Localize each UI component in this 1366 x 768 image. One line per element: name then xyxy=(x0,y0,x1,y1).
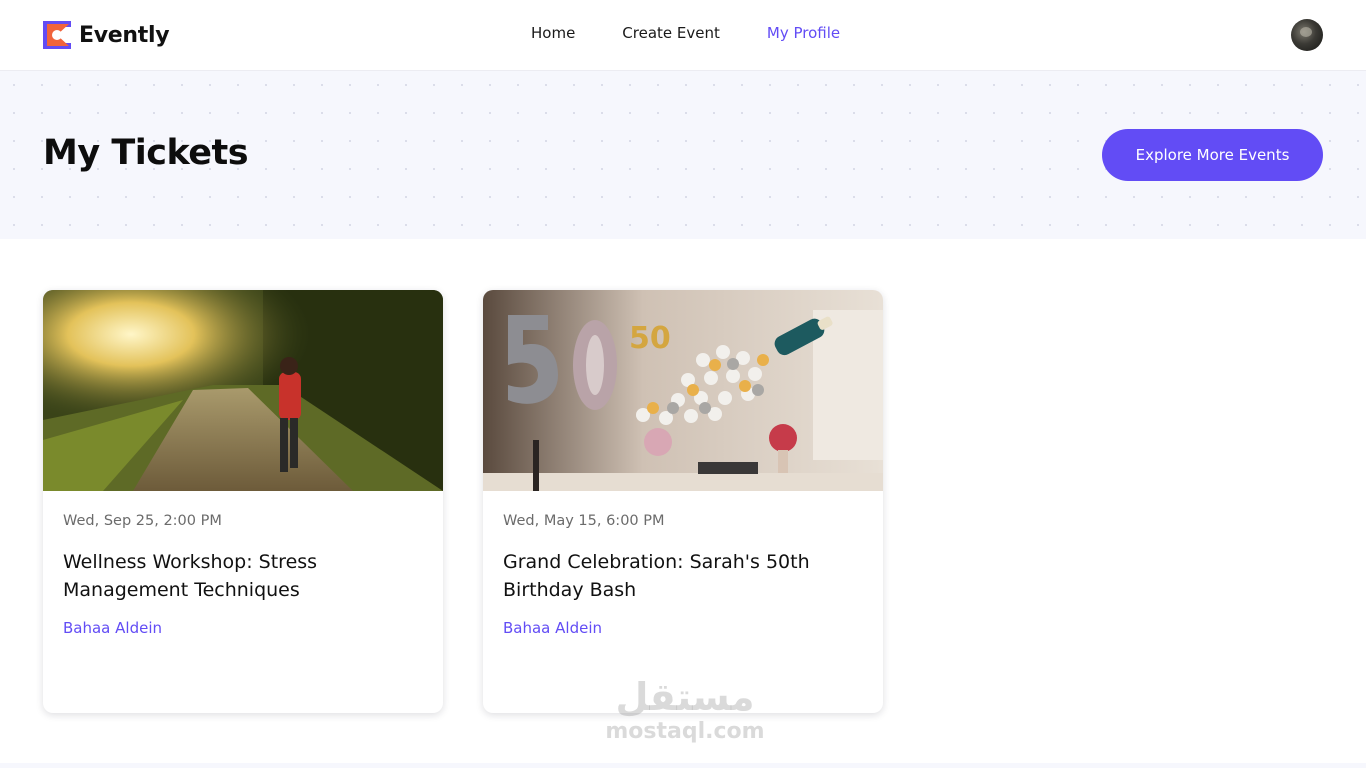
svg-text:50: 50 xyxy=(629,321,671,356)
ticket-card[interactable]: Wed, Sep 25, 2:00 PM Wellness Workshop: … xyxy=(43,290,443,713)
explore-more-events-button[interactable]: Explore More Events xyxy=(1102,129,1323,181)
ticket-card[interactable]: 50 Wed, May 15, 6:00 PM Grand Celebratio… xyxy=(483,290,883,713)
ticket-title[interactable]: Grand Celebration: Sarah's 50th Birthday… xyxy=(503,548,863,604)
ticket-title[interactable]: Wellness Workshop: Stress Management Tec… xyxy=(63,548,423,604)
watermark-latin: mostaql.com xyxy=(605,719,765,744)
footer-strip xyxy=(0,763,1366,768)
brand-logo[interactable]: Evently xyxy=(43,20,170,50)
user-avatar[interactable] xyxy=(1291,19,1323,51)
event-image-birthday[interactable]: 50 xyxy=(483,290,883,491)
top-navbar: Evently Home Create Event My Profile xyxy=(0,0,1366,71)
nav-home-link[interactable]: Home xyxy=(531,24,575,42)
nav-my-profile-link[interactable]: My Profile xyxy=(767,24,840,42)
main-nav: Home Create Event My Profile xyxy=(531,24,887,42)
evently-logo-icon xyxy=(43,21,71,49)
page-hero: My Tickets Explore More Events xyxy=(0,71,1366,239)
ticket-organizer-link[interactable]: Bahaa Aldein xyxy=(503,619,863,637)
nav-create-event-link[interactable]: Create Event xyxy=(622,24,720,42)
ticket-organizer-link[interactable]: Bahaa Aldein xyxy=(63,619,423,637)
event-image-wellness[interactable] xyxy=(43,290,443,491)
ticket-date: Wed, May 15, 6:00 PM xyxy=(503,513,665,529)
ticket-date: Wed, Sep 25, 2:00 PM xyxy=(63,513,222,529)
brand-name: Evently xyxy=(79,22,170,48)
page-title: My Tickets xyxy=(43,133,249,173)
